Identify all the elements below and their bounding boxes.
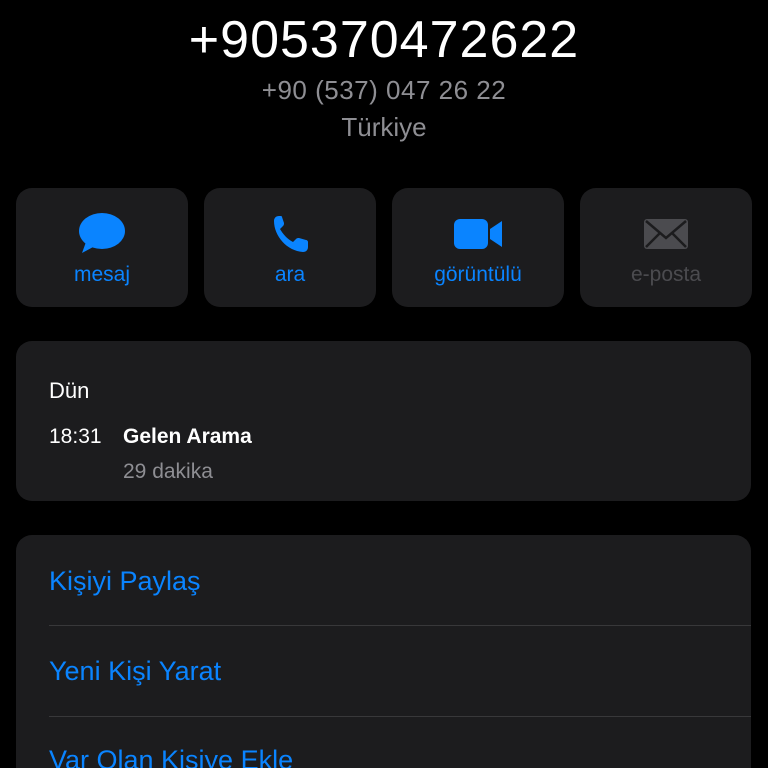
recent-calls-card: Dün 18:31 Gelen Arama 29 dakika [16, 341, 751, 501]
phone-number-title: +905370472622 [188, 11, 580, 69]
call-type: Gelen Arama [123, 425, 252, 448]
call-button-label: ara [274, 263, 306, 286]
email-button-label: e-posta [630, 263, 702, 286]
email-button[interactable]: e-posta [580, 188, 752, 307]
create-new-contact-button[interactable]: Yeni Kişi Yarat [49, 626, 751, 716]
message-bubble-icon [79, 213, 125, 253]
recents-day-label: Dün [49, 378, 90, 403]
message-button-label: mesaj [73, 263, 131, 286]
country-label: Türkiye [341, 112, 427, 142]
add-to-existing-contact-button[interactable]: Var Olan Kişiye Ekle [49, 715, 751, 768]
share-contact-button[interactable]: Kişiyi Paylaş [49, 536, 751, 626]
call-duration: 29 dakika [123, 460, 213, 483]
call-time: 18:31 [49, 425, 102, 448]
message-button[interactable]: mesaj [16, 188, 188, 307]
phone-icon [274, 216, 308, 252]
video-button-label: görüntülü [434, 263, 522, 286]
contact-actions-card: Kişiyi Paylaş Yeni Kişi Yarat Var Olan K… [16, 535, 751, 768]
call-button[interactable]: ara [204, 188, 376, 307]
phone-number-formatted: +90 (537) 047 26 22 [261, 75, 507, 105]
video-button[interactable]: görüntülü [392, 188, 564, 307]
envelope-icon [644, 219, 688, 249]
video-camera-icon [454, 219, 502, 249]
